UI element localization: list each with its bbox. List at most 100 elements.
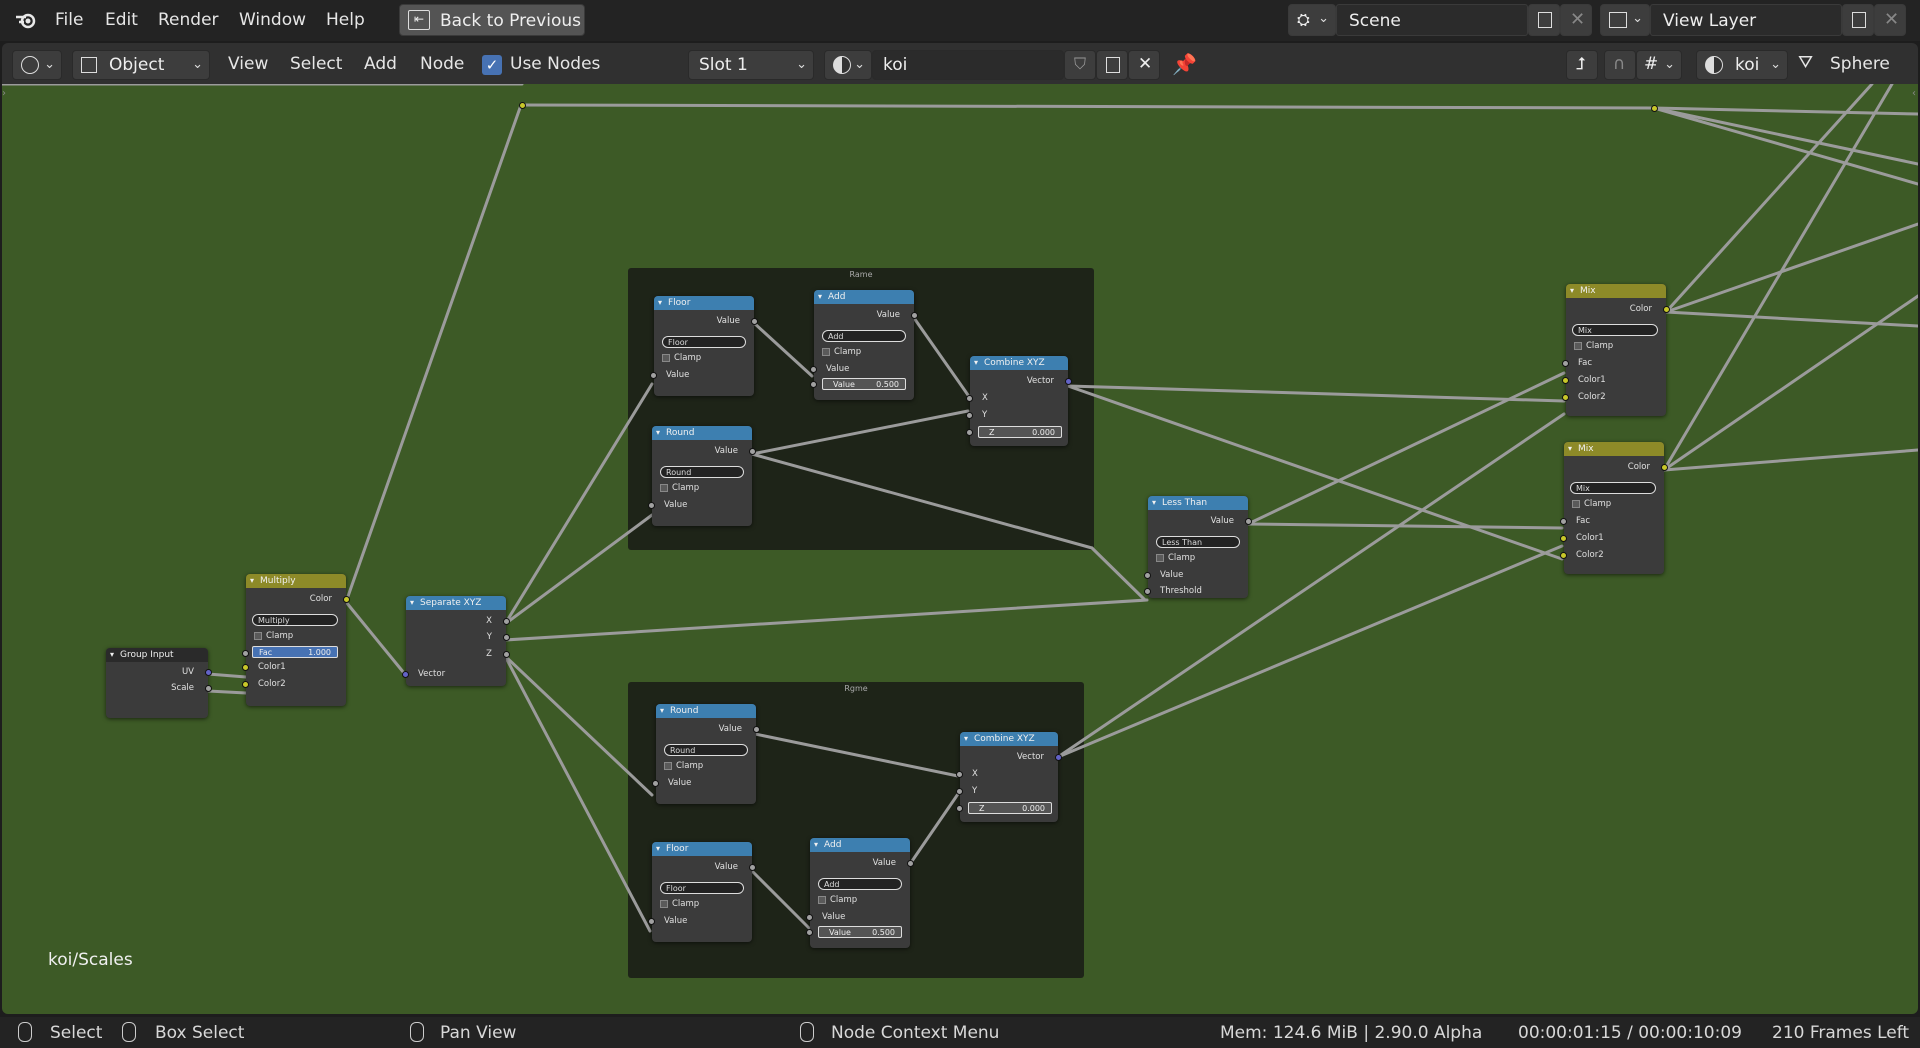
clamp-checkbox[interactable] bbox=[254, 632, 262, 640]
clamp-checkbox[interactable] bbox=[662, 354, 670, 362]
input-socket[interactable] bbox=[242, 650, 249, 657]
input-socket[interactable] bbox=[242, 681, 249, 688]
clamp-checkbox[interactable] bbox=[660, 484, 668, 492]
output-socket[interactable] bbox=[1055, 754, 1062, 761]
input-socket[interactable] bbox=[650, 372, 657, 379]
object-mode-dropdown[interactable]: Object ⌄ bbox=[72, 50, 210, 80]
clamp-checkbox[interactable] bbox=[1156, 554, 1164, 562]
node-add[interactable]: Add Value Add Clamp Value Value 0.500 bbox=[806, 838, 914, 948]
operation-dropdown[interactable]: Floor bbox=[662, 336, 746, 348]
material-new-button[interactable] bbox=[1096, 50, 1128, 80]
output-socket[interactable] bbox=[1245, 518, 1252, 525]
input-socket[interactable] bbox=[1562, 360, 1569, 367]
blend-mode-dropdown[interactable]: Mix bbox=[1572, 324, 1658, 336]
clamp-checkbox[interactable] bbox=[1574, 342, 1582, 350]
preview-sphere-button[interactable]: ⛛ Sphere bbox=[1798, 50, 1908, 80]
blender-logo-icon[interactable] bbox=[14, 8, 38, 32]
input-socket[interactable] bbox=[1560, 518, 1567, 525]
clamp-checkbox[interactable] bbox=[822, 348, 830, 356]
node-less-than[interactable]: Less Than Value Less Than Clamp Value Th… bbox=[1144, 496, 1252, 598]
input-socket[interactable] bbox=[1560, 535, 1567, 542]
input-socket[interactable] bbox=[1562, 377, 1569, 384]
input-socket[interactable] bbox=[966, 429, 973, 436]
clamp-checkbox[interactable] bbox=[660, 900, 668, 908]
material-unlink-button[interactable]: ✕ bbox=[1128, 50, 1160, 80]
input-socket[interactable] bbox=[956, 788, 963, 795]
operation-dropdown[interactable]: Add bbox=[818, 878, 902, 890]
fac-field[interactable]: Fac 1.000 bbox=[252, 646, 338, 658]
input-socket[interactable] bbox=[806, 929, 813, 936]
menu-view[interactable]: View bbox=[228, 54, 268, 74]
input-socket[interactable] bbox=[1562, 394, 1569, 401]
output-socket[interactable] bbox=[1661, 464, 1668, 471]
input-socket[interactable] bbox=[956, 771, 963, 778]
back-to-previous-button[interactable]: ⇤ Back to Previous bbox=[399, 4, 585, 36]
input-socket[interactable] bbox=[956, 805, 963, 812]
pinned-material-dropdown[interactable]: koi ⌄ bbox=[1696, 50, 1788, 80]
input-socket[interactable] bbox=[810, 381, 817, 388]
input-socket[interactable] bbox=[652, 780, 659, 787]
menu-help[interactable]: Help bbox=[326, 10, 365, 30]
output-socket[interactable] bbox=[205, 669, 212, 676]
scene-name-field[interactable]: Scene bbox=[1336, 4, 1528, 36]
menu-render[interactable]: Render bbox=[158, 10, 219, 30]
node-mix[interactable]: Mix Color Mix Clamp Fac Color1 Color2 bbox=[1560, 442, 1668, 574]
node-mix[interactable]: Mix Color Mix Clamp Fac Color1 Color2 bbox=[1562, 284, 1670, 416]
node-round[interactable]: Round Value Round Clamp Value bbox=[652, 704, 760, 804]
output-socket[interactable] bbox=[343, 596, 350, 603]
material-name-field[interactable]: koi bbox=[872, 50, 1064, 80]
slot-dropdown[interactable]: Slot 1 ⌄ bbox=[688, 50, 814, 80]
reroute-socket[interactable] bbox=[1651, 105, 1658, 112]
output-socket[interactable] bbox=[503, 618, 510, 625]
z-field[interactable]: Z 0.000 bbox=[978, 426, 1062, 438]
input-socket[interactable] bbox=[966, 395, 973, 402]
node-round[interactable]: Round Value Round Clamp Value bbox=[648, 426, 756, 526]
operation-dropdown[interactable]: Round bbox=[664, 744, 748, 756]
input-socket[interactable] bbox=[648, 502, 655, 509]
output-socket[interactable] bbox=[907, 860, 914, 867]
output-socket[interactable] bbox=[749, 448, 756, 455]
value-field[interactable]: Value 0.500 bbox=[822, 378, 906, 390]
view-layer-delete-button[interactable]: ✕ bbox=[1874, 4, 1906, 36]
snap-element-dropdown[interactable]: # ⌄ bbox=[1636, 50, 1682, 80]
use-nodes-checkbox[interactable]: ✓ bbox=[482, 55, 502, 75]
view-layer-new-button[interactable] bbox=[1842, 4, 1874, 36]
blend-mode-dropdown[interactable]: Multiply bbox=[252, 614, 338, 626]
output-socket[interactable] bbox=[1065, 378, 1072, 385]
output-socket[interactable] bbox=[749, 864, 756, 871]
menu-window[interactable]: Window bbox=[239, 10, 306, 30]
blend-mode-dropdown[interactable]: Mix bbox=[1570, 482, 1656, 494]
material-browse-button[interactable]: ⌄ bbox=[824, 50, 872, 80]
input-socket[interactable] bbox=[402, 671, 409, 678]
pin-icon[interactable]: 📌 bbox=[1172, 52, 1197, 76]
node-combine-xyz[interactable]: Combine XYZ Vector X Y Z 0.000 bbox=[956, 732, 1062, 822]
scene-new-button[interactable] bbox=[1528, 4, 1560, 36]
input-socket[interactable] bbox=[966, 412, 973, 419]
view-layer-browse-button[interactable]: ⌄ bbox=[1600, 4, 1650, 36]
editor-type-button[interactable]: ⌄ bbox=[12, 50, 62, 80]
sidebar-toggle-left[interactable]: › bbox=[2, 88, 6, 99]
input-socket[interactable] bbox=[810, 366, 817, 373]
node-floor[interactable]: Floor Value Floor Clamp Value bbox=[650, 296, 758, 396]
node-separate-xyz[interactable]: Separate XYZ X Y Z Vector bbox=[402, 596, 510, 686]
output-socket[interactable] bbox=[911, 312, 918, 319]
scene-delete-button[interactable]: ✕ bbox=[1560, 4, 1592, 36]
output-socket[interactable] bbox=[1663, 306, 1670, 313]
operation-dropdown[interactable]: Round bbox=[660, 466, 744, 478]
node-editor-canvas[interactable]: Rame Rgme ▾ Group Input UV Scale ▾ Multi… bbox=[2, 84, 1918, 1014]
operation-dropdown[interactable]: Less Than bbox=[1156, 536, 1240, 548]
z-field[interactable]: Z 0.000 bbox=[968, 802, 1052, 814]
node-combine-xyz[interactable]: Combine XYZ Vector X Y Z 0.000 bbox=[966, 356, 1072, 446]
value-field[interactable]: Value 0.500 bbox=[818, 926, 902, 938]
output-socket[interactable] bbox=[503, 634, 510, 641]
clamp-checkbox[interactable] bbox=[1572, 500, 1580, 508]
menu-select[interactable]: Select bbox=[290, 54, 342, 74]
output-socket[interactable] bbox=[753, 726, 760, 733]
input-socket[interactable] bbox=[1144, 588, 1151, 595]
output-socket[interactable] bbox=[751, 318, 758, 325]
input-socket[interactable] bbox=[1560, 552, 1567, 559]
snap-toggle-button[interactable]: ∩ bbox=[1604, 50, 1636, 80]
clamp-checkbox[interactable] bbox=[664, 762, 672, 770]
parent-node-tree-button[interactable]: ⮥ bbox=[1566, 50, 1598, 80]
node-floor[interactable]: Floor Value Floor Clamp Value bbox=[648, 842, 756, 942]
